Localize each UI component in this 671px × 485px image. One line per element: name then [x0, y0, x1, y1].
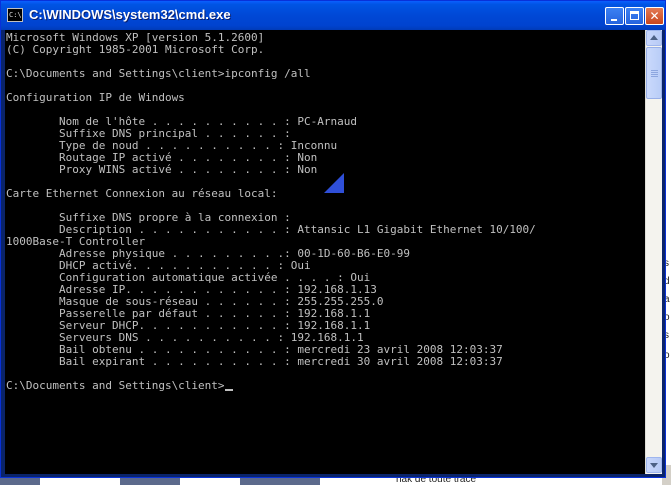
grip-line	[651, 74, 658, 75]
console-lines: Microsoft Windows XP [version 5.1.2600](…	[5, 30, 645, 392]
console-output[interactable]: Microsoft Windows XP [version 5.1.2600](…	[5, 30, 645, 474]
close-button[interactable]: ✕	[645, 7, 664, 25]
grip-line	[651, 72, 658, 73]
scroll-down-button[interactable]	[646, 457, 662, 473]
mouse-pointer-icon	[324, 173, 344, 193]
window-title: C:\WINDOWS\system32\cmd.exe	[29, 7, 231, 22]
text-cursor	[224, 389, 233, 391]
scroll-up-button[interactable]	[646, 30, 662, 46]
console-line: Configuration IP de Windows	[6, 91, 185, 104]
console-line: (C) Copyright 1985-2001 Microsoft Corp.	[6, 43, 265, 56]
console-icon[interactable]: C:\	[7, 8, 23, 22]
console-line: C:\Documents and Settings\client>ipconfi…	[6, 67, 311, 80]
minimize-button[interactable]	[605, 7, 624, 25]
grip-line	[651, 70, 658, 71]
background-segment	[120, 478, 180, 485]
minimize-icon	[611, 19, 617, 21]
console-line: Bail expirant . . . . . . . . . . : merc…	[6, 355, 503, 368]
title-bar[interactable]: C:\ C:\WINDOWS\system32\cmd.exe ✕	[1, 1, 665, 30]
maximize-button[interactable]	[625, 7, 644, 25]
background-segment	[0, 478, 40, 485]
vertical-scrollbar[interactable]	[645, 30, 662, 474]
grip-line	[651, 76, 658, 77]
arrow-up-icon	[650, 35, 658, 40]
console-line: C:\Documents and Settings\client>	[6, 380, 645, 392]
background-segment	[240, 478, 320, 485]
cmd-window[interactable]: C:\ C:\WINDOWS\system32\cmd.exe ✕ Micros…	[0, 0, 666, 478]
arrow-down-icon	[650, 463, 658, 468]
scroll-thumb[interactable]	[646, 47, 662, 99]
close-icon: ✕	[649, 9, 660, 23]
maximize-icon	[630, 11, 639, 20]
